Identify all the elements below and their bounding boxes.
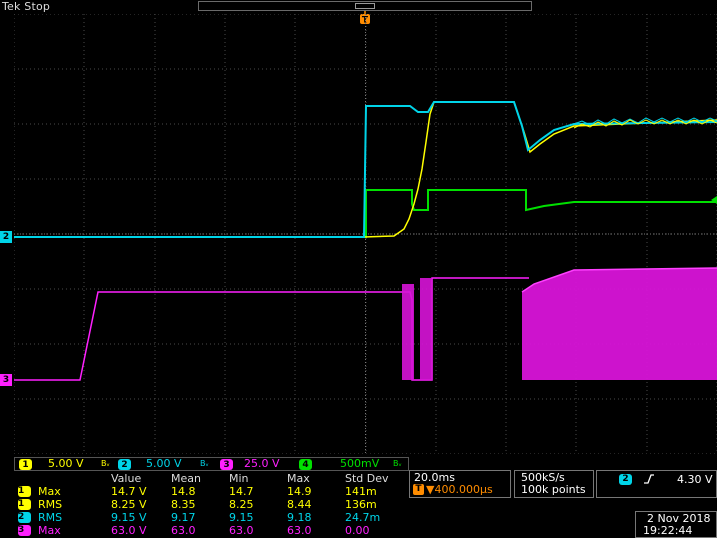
channel-scale-bar: 1 5.00 V Bᵥ 2 5.00 V Bᵥ 3 25.0 V 4 500mV… <box>14 457 409 471</box>
meas-min: 63.0 <box>229 524 254 537</box>
col-min: Min <box>229 472 249 485</box>
waveform-display[interactable] <box>14 14 717 454</box>
ch2-scale-value: 5.00 V <box>146 457 182 470</box>
meas-std-dev: 141m <box>345 485 377 498</box>
measurement-table[interactable]: Value Mean Min Max Std Dev 1 Max 14.7 V … <box>14 472 409 538</box>
meas-max: 9.18 <box>287 511 312 524</box>
ch1-scale[interactable]: 1 <box>19 458 32 470</box>
ch3-burst-envelope <box>522 268 717 380</box>
ch3-waveform <box>14 277 529 381</box>
meas-std-dev: 136m <box>345 498 377 511</box>
trigger-level: 4.30 V <box>677 473 713 486</box>
meas-mean: 63.0 <box>171 524 196 537</box>
meas-std-dev: 24.7m <box>345 511 381 524</box>
meas-value: 63.0 V <box>111 524 147 537</box>
meas-std-dev: 0.00 <box>345 524 370 537</box>
meas-type: Max <box>38 524 61 537</box>
ch2-scale[interactable]: 2 <box>118 458 131 470</box>
acquisition-readout[interactable]: 500kS/s 100k points <box>514 470 594 498</box>
meas-mean: 8.35 <box>171 498 196 511</box>
ch2-badge: 2 <box>18 512 31 523</box>
measurement-row[interactable]: 1 RMS 8.25 V 8.35 8.25 8.44 136m <box>14 499 409 511</box>
measurement-row[interactable]: 2 RMS 9.15 V 9.17 9.15 9.18 24.7m <box>14 512 409 524</box>
meas-value: 9.15 V <box>111 511 147 524</box>
acquisition-status: Tek Stop <box>2 0 51 13</box>
measurement-row[interactable]: 3 Max 63.0 V 63.0 63.0 63.0 0.00 <box>14 525 409 537</box>
meas-type: RMS <box>38 511 63 524</box>
col-max: Max <box>287 472 310 485</box>
trigger-position-badge-icon: T <box>413 484 424 495</box>
horizontal-trigger-position: ▼400.000µs <box>426 483 493 496</box>
ch4-bw-limit-icon: Bᵥ <box>393 459 402 468</box>
ch3-badge: 3 <box>220 459 233 470</box>
ch2-bw-limit-icon: Bᵥ <box>200 459 209 468</box>
trigger-readout[interactable]: 2 4.30 V <box>596 470 717 498</box>
rising-edge-icon <box>643 473 655 488</box>
meas-type: RMS <box>38 498 63 511</box>
meas-max: 63.0 <box>287 524 312 537</box>
ch1-badge: 1 <box>18 499 31 510</box>
ch3-burst-a <box>402 284 414 380</box>
ch4-scale-value: 500mV <box>340 457 380 470</box>
measurement-row[interactable]: 1 Max 14.7 V 14.8 14.7 14.9 141m <box>14 486 409 498</box>
col-mean: Mean <box>171 472 201 485</box>
ch1-bw-limit-icon: Bᵥ <box>101 459 110 468</box>
meas-min: 9.15 <box>229 511 254 524</box>
record-window[interactable] <box>355 3 375 9</box>
col-std-dev: Std Dev <box>345 472 389 485</box>
ch4-scale[interactable]: 4 <box>299 458 312 470</box>
meas-max: 14.9 <box>287 485 312 498</box>
meas-mean: 9.17 <box>171 511 196 524</box>
meas-type: Max <box>38 485 61 498</box>
ch1-badge: 1 <box>19 459 32 470</box>
ch1-scale-value: 5.00 V <box>48 457 84 470</box>
meas-max: 8.44 <box>287 498 312 511</box>
ch3-ground-marker[interactable]: 3 <box>0 374 12 386</box>
meas-value: 8.25 V <box>111 498 147 511</box>
time: 19:22:44 <box>643 524 693 537</box>
ch3-scale-value: 25.0 V <box>244 457 280 470</box>
meas-min: 14.7 <box>229 485 254 498</box>
date-time-readout: 2 Nov 2018 19:22:44 <box>635 511 717 538</box>
ch4-badge: 4 <box>299 459 312 470</box>
meas-mean: 14.8 <box>171 485 196 498</box>
ch2-ground-marker[interactable]: 2 <box>0 231 12 243</box>
horizontal-readout[interactable]: 20.0ms T ▼400.000µs <box>409 470 511 498</box>
meas-min: 8.25 <box>229 498 254 511</box>
record-length: 100k points <box>521 483 586 496</box>
ch2-badge: 2 <box>118 459 131 470</box>
ch3-badge: 3 <box>18 525 31 536</box>
col-value: Value <box>111 472 142 485</box>
trigger-source-badge: 2 <box>619 474 632 485</box>
ch1-badge: 1 <box>18 486 31 497</box>
ch3-burst-b <box>420 278 432 380</box>
measurement-header: Value Mean Min Max Std Dev <box>14 473 409 485</box>
meas-value: 14.7 V <box>111 485 147 498</box>
ch3-scale[interactable]: 3 <box>220 458 233 470</box>
